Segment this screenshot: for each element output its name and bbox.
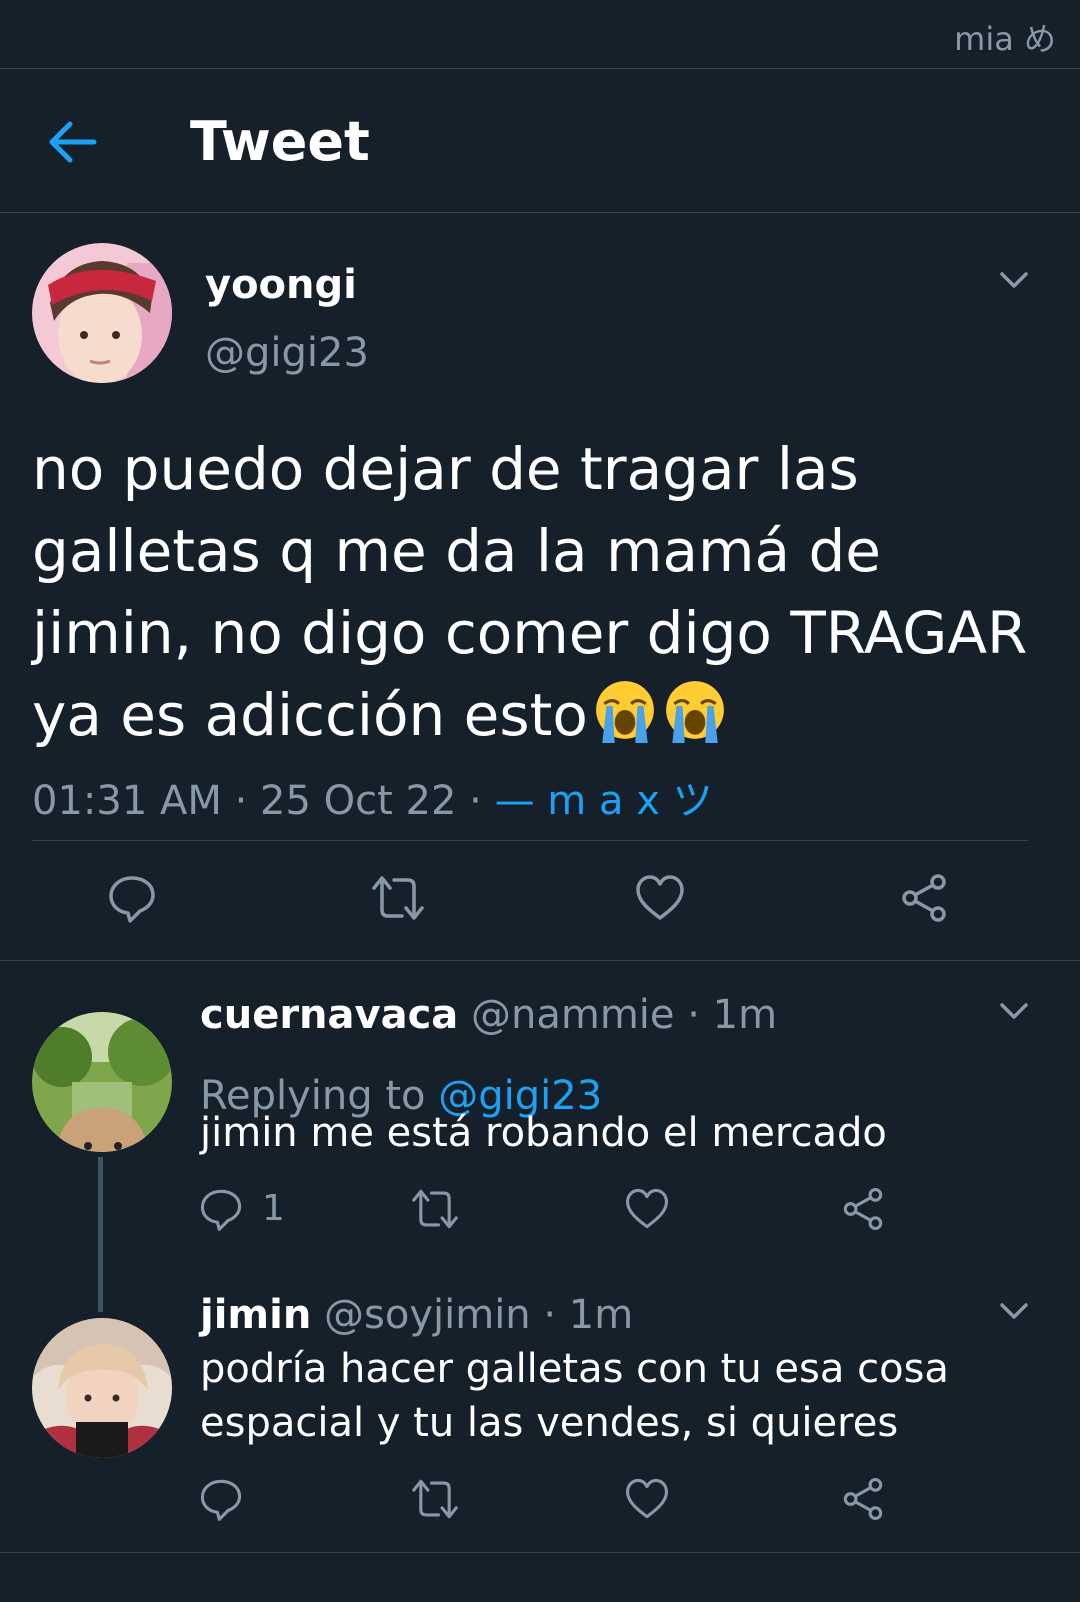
author-handle[interactable]: @gigi23: [205, 330, 369, 376]
retweet-icon: [372, 876, 424, 920]
chevron-down-icon: [1000, 1003, 1028, 1019]
loudly-crying-face-emoji: [665, 681, 724, 743]
section-divider: [0, 960, 1080, 961]
like-icon: [625, 1188, 669, 1229]
reply-author-name[interactable]: jimin: [200, 1292, 311, 1338]
tweet-meta: 01:31 AM · 25 Oct 22 · — m a x ツ: [32, 768, 713, 826]
avatar[interactable]: [32, 1318, 172, 1458]
reply-text: jimin me está robando el mercado: [200, 1110, 887, 1156]
meta-separator: ·: [221, 778, 261, 824]
bottom-divider: [0, 1552, 1080, 1553]
page-title: Tweet: [190, 110, 370, 173]
header-divider: [0, 212, 1080, 213]
chevron-down-icon: [1000, 1303, 1028, 1319]
share-icon: [843, 1187, 883, 1231]
share-icon: [902, 874, 946, 922]
reply-count: 1: [262, 1188, 285, 1229]
meta-divider: [32, 840, 1028, 841]
like-icon: [625, 1478, 669, 1519]
reply-text: podría hacer galletas con tu esa cosa es…: [200, 1342, 1060, 1450]
tweet-body: no puedo dejar de tragar las galletas q …: [32, 435, 1028, 749]
tweet-time: 01:31 AM: [32, 778, 222, 824]
reply-author-handle[interactable]: @nammie: [471, 992, 675, 1038]
reply-text-line: podría hacer galletas con tu esa cosa: [200, 1346, 949, 1392]
retweet-icon: [412, 1479, 458, 1519]
top-divider: [0, 68, 1080, 69]
share-button[interactable]: [840, 1476, 892, 1528]
reply-options-button[interactable]: [996, 993, 1032, 1029]
reply-button[interactable]: [198, 1476, 250, 1528]
retweet-icon: [412, 1189, 458, 1229]
avatar[interactable]: [32, 1012, 172, 1152]
reply-header: jimin @soyjimin · 1m: [200, 1292, 633, 1338]
tweet-emoji: [588, 681, 728, 749]
like-button[interactable]: [624, 1186, 676, 1238]
author-name[interactable]: yoongi: [205, 262, 357, 308]
reply-icon: [109, 876, 155, 923]
retweet-button[interactable]: [410, 1476, 462, 1528]
reply-button[interactable]: 1: [198, 1186, 298, 1238]
reply-age: · 1m: [687, 992, 778, 1038]
loudly-crying-face-emoji: [595, 681, 654, 743]
share-button[interactable]: [840, 1186, 892, 1238]
tweet-source[interactable]: — m a x ツ: [495, 778, 713, 824]
tweet-options-button[interactable]: [996, 262, 1032, 298]
retweet-button[interactable]: [410, 1186, 462, 1238]
retweet-button[interactable]: [370, 872, 424, 924]
watermark: mia め: [954, 20, 1056, 58]
tweet-text: no puedo dejar de tragar las galletas q …: [32, 428, 1042, 756]
reply-options-button[interactable]: [996, 1293, 1032, 1329]
reply-age: · 1m: [543, 1292, 634, 1338]
meta-separator: ·: [456, 778, 495, 824]
reply-text-line: espacial y tu las vendes, si quieres: [200, 1400, 899, 1446]
share-button[interactable]: [898, 872, 950, 924]
tweet-date: 25 Oct 22: [260, 778, 457, 824]
reply-header: cuernavaca @nammie · 1m: [200, 992, 777, 1038]
chevron-down-icon: [1000, 272, 1028, 288]
reply-icon: [200, 1189, 242, 1231]
thread-line: [98, 1157, 103, 1312]
back-button[interactable]: [42, 110, 106, 174]
reply-button[interactable]: [106, 872, 158, 924]
like-icon: [636, 875, 684, 920]
share-icon: [843, 1477, 883, 1521]
like-button[interactable]: [624, 1476, 676, 1528]
reply-author-name[interactable]: cuernavaca: [200, 992, 458, 1038]
avatar[interactable]: [32, 243, 172, 383]
reply-author-handle[interactable]: @soyjimin: [324, 1292, 531, 1338]
reply-icon: [200, 1479, 242, 1521]
like-button[interactable]: [634, 872, 686, 924]
back-arrow-icon: [49, 121, 97, 163]
